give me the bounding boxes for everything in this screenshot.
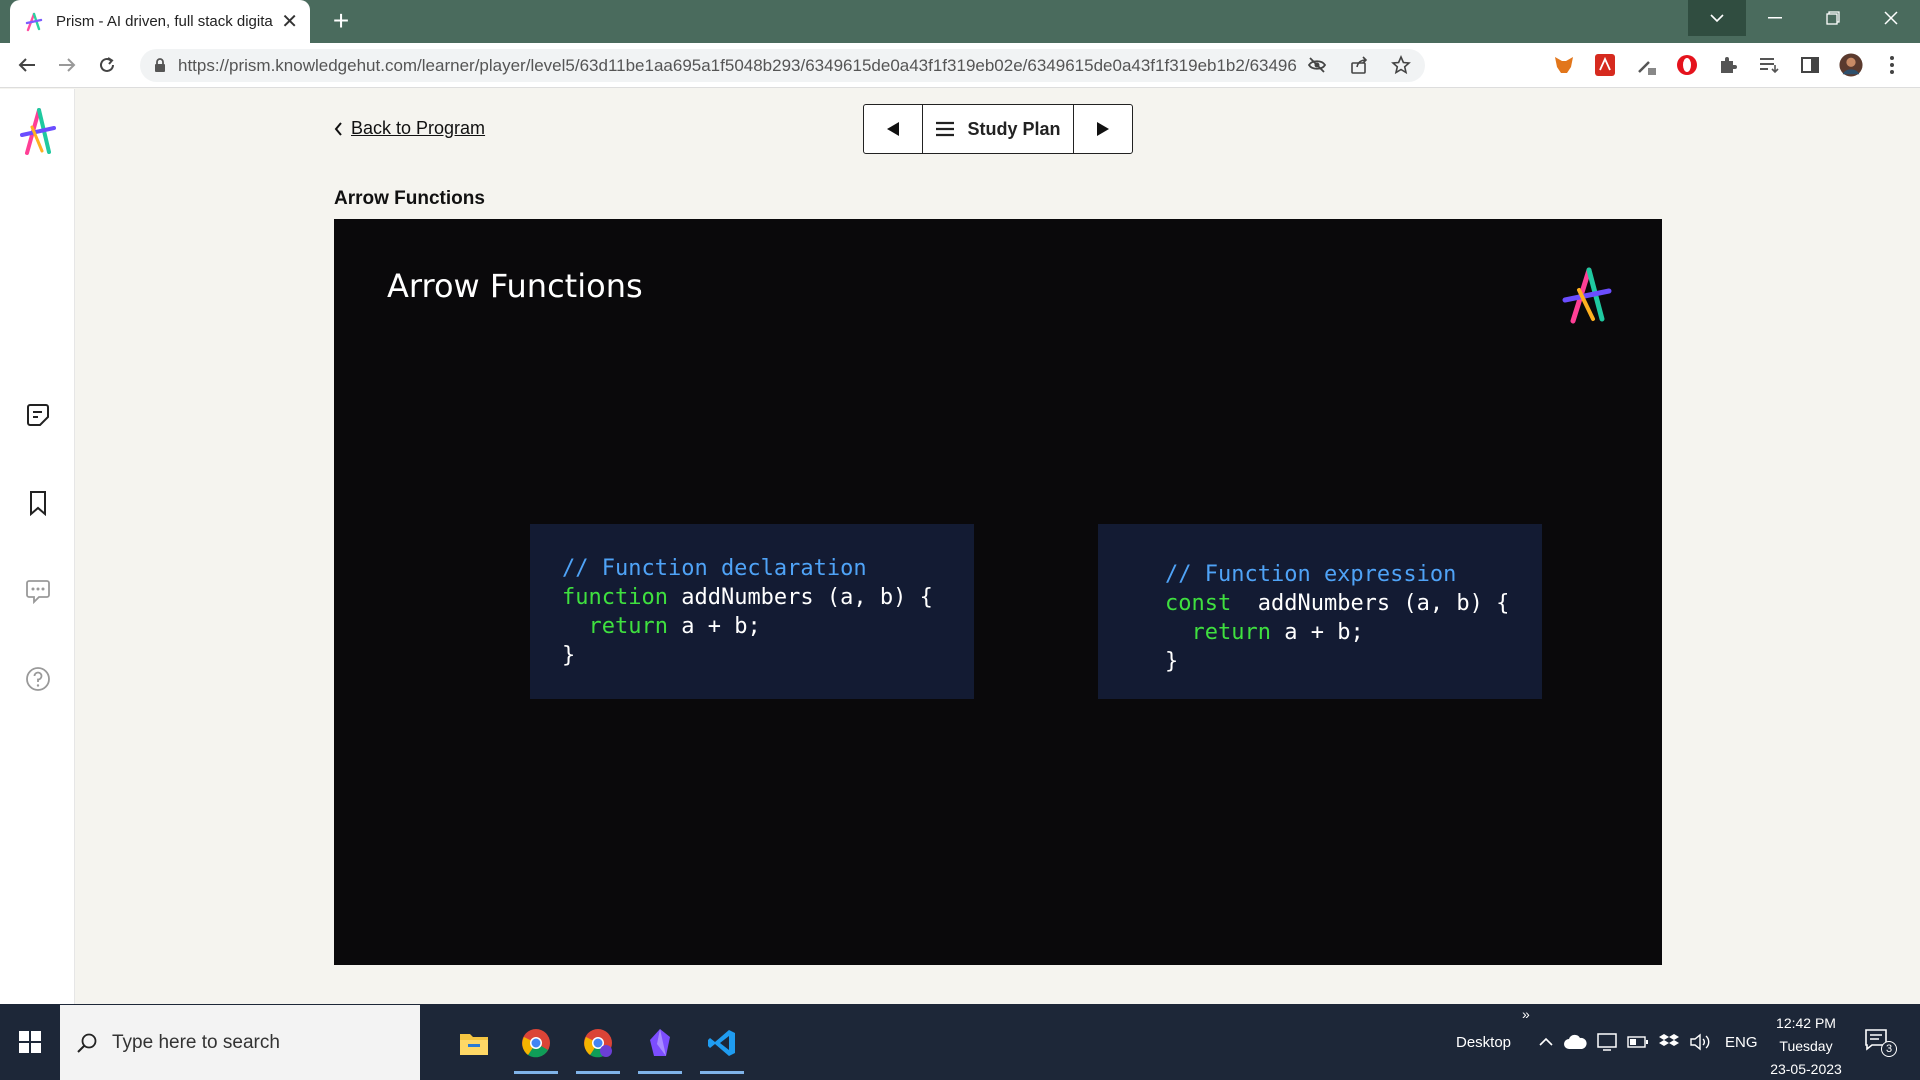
- function-expression-code-block: // Function expression const addNumbers …: [1098, 524, 1542, 699]
- chevron-down-icon[interactable]: [1688, 0, 1746, 36]
- code-return-keyword: return: [588, 614, 668, 639]
- volume-icon[interactable]: [1689, 1033, 1711, 1051]
- window-controls: [1746, 0, 1920, 36]
- code-closing-brace: }: [562, 643, 576, 668]
- function-declaration-code-block: // Function declaration function addNumb…: [530, 524, 974, 699]
- taskbar-search-box[interactable]: Type here to search: [60, 1005, 420, 1080]
- display-icon[interactable]: [1597, 1033, 1617, 1051]
- windows-start-icon[interactable]: [0, 1004, 60, 1080]
- lock-icon[interactable]: [154, 58, 166, 73]
- next-lesson-button[interactable]: [1074, 105, 1132, 153]
- lesson-title: Arrow Functions: [334, 188, 485, 209]
- chat-icon[interactable]: [24, 577, 52, 605]
- system-tray: » Desktop ENG: [1444, 1004, 1758, 1080]
- onedrive-cloud-icon[interactable]: [1563, 1034, 1587, 1050]
- reload-icon[interactable]: [92, 50, 122, 80]
- tab-title: Prism - AI driven, full stack digital: [56, 13, 274, 30]
- tab-close-icon[interactable]: ✕: [281, 12, 298, 32]
- clock-date: 23-05-2023: [1770, 1061, 1842, 1077]
- code-return-expression: a + b;: [667, 614, 761, 639]
- prism-favicon-icon: [25, 12, 43, 31]
- code-return-expression: a + b;: [1270, 620, 1364, 645]
- forward-arrow-icon[interactable]: [52, 50, 82, 80]
- active-indicator: [700, 1071, 744, 1074]
- triangle-left-icon: [887, 122, 899, 136]
- code-return-keyword: return: [1191, 620, 1271, 645]
- bookmark-star-icon[interactable]: [1391, 55, 1411, 75]
- code-keyword: const: [1165, 591, 1232, 616]
- extensions-puzzle-icon[interactable]: [1716, 53, 1740, 77]
- eye-off-icon[interactable]: [1307, 55, 1327, 75]
- code-comment: // Function declaration: [562, 556, 867, 581]
- windows-taskbar: Type here to search » Desktop ENG 12:42 …: [0, 1004, 1920, 1080]
- color-picker-icon[interactable]: [1634, 53, 1658, 77]
- code-signature: addNumbers (a, b) {: [667, 585, 933, 610]
- reading-list-icon[interactable]: [1757, 53, 1781, 77]
- pdf-reader-icon[interactable]: [1593, 53, 1617, 77]
- prism-slide-logo-icon: [1562, 267, 1612, 324]
- search-icon: [77, 1033, 97, 1053]
- code-keyword: function: [562, 585, 668, 610]
- metamask-icon[interactable]: [1552, 53, 1576, 77]
- chevron-left-icon: [334, 121, 342, 136]
- tab-search-dropdown[interactable]: [1688, 0, 1746, 36]
- side-panel-icon[interactable]: [1798, 53, 1822, 77]
- browser-menu-icon[interactable]: [1880, 53, 1904, 77]
- back-to-program-label: Back to Program: [351, 118, 486, 138]
- code-closing-brace: }: [1165, 649, 1179, 674]
- tray-overflow-chevron-icon[interactable]: »: [1522, 1006, 1530, 1022]
- code-comment: // Function expression: [1165, 562, 1457, 587]
- active-indicator: [576, 1071, 620, 1074]
- notification-count-badge: 3: [1881, 1041, 1897, 1057]
- previous-lesson-button[interactable]: [864, 105, 922, 153]
- help-icon[interactable]: [24, 665, 52, 693]
- active-indicator: [514, 1071, 558, 1074]
- slide-title: Arrow Functions: [387, 267, 643, 305]
- restore-icon[interactable]: [1804, 0, 1862, 36]
- active-indicator: [638, 1071, 682, 1074]
- desktop-toolbar-label[interactable]: Desktop: [1456, 1034, 1511, 1051]
- study-plan-label: Study Plan: [967, 118, 1061, 139]
- code-signature: addNumbers (a, b) {: [1231, 591, 1510, 616]
- taskbar-clock[interactable]: 12:42 PM Tuesday 23-05-2023: [1760, 1012, 1852, 1080]
- triangle-right-icon: [1097, 122, 1109, 136]
- lesson-pager: Study Plan: [863, 104, 1133, 154]
- back-to-program-link[interactable]: Back to Program: [334, 118, 485, 139]
- chrome-profile-icon[interactable]: [570, 1012, 626, 1074]
- notes-icon[interactable]: [24, 401, 52, 429]
- opera-vpn-icon[interactable]: [1675, 53, 1699, 77]
- hamburger-menu-icon: [936, 121, 955, 137]
- battery-icon[interactable]: [1627, 1036, 1649, 1048]
- extension-icons: [1552, 53, 1904, 77]
- search-placeholder: Type here to search: [112, 1031, 280, 1053]
- vscode-icon[interactable]: [694, 1012, 750, 1074]
- minimize-icon[interactable]: [1746, 0, 1804, 36]
- bookmark-icon[interactable]: [24, 489, 52, 517]
- url-text: https://prism.knowledgehut.com/learner/p…: [178, 55, 1298, 75]
- profile-avatar[interactable]: [1839, 53, 1863, 77]
- left-rail: [0, 89, 75, 1004]
- study-plan-button[interactable]: Study Plan: [922, 105, 1074, 153]
- new-tab-button[interactable]: +: [325, 6, 357, 38]
- clock-day: Tuesday: [1779, 1038, 1833, 1054]
- prism-logo-icon[interactable]: [17, 107, 59, 157]
- video-slide[interactable]: Arrow Functions // Function declaration …: [334, 219, 1662, 965]
- omnibox-actions: [1307, 55, 1411, 75]
- dropbox-icon[interactable]: [1659, 1033, 1680, 1051]
- browser-toolbar: https://prism.knowledgehut.com/learner/p…: [0, 43, 1920, 88]
- file-explorer-icon[interactable]: [446, 1012, 502, 1074]
- obsidian-icon[interactable]: [632, 1012, 688, 1074]
- browser-tab-active[interactable]: Prism - AI driven, full stack digital ✕: [10, 0, 310, 43]
- notification-center-icon[interactable]: 3: [1864, 1028, 1898, 1058]
- browser-tab-strip: Prism - AI driven, full stack digital ✕ …: [0, 0, 1920, 43]
- address-bar[interactable]: https://prism.knowledgehut.com/learner/p…: [140, 49, 1425, 82]
- clock-time: 12:42 PM: [1776, 1015, 1836, 1031]
- chrome-icon[interactable]: [508, 1012, 564, 1074]
- close-window-icon[interactable]: [1862, 0, 1920, 36]
- language-indicator[interactable]: ENG: [1725, 1034, 1758, 1051]
- show-hidden-icons-chevron-icon[interactable]: [1539, 1037, 1553, 1047]
- share-icon[interactable]: [1349, 55, 1369, 75]
- back-arrow-icon[interactable]: [12, 50, 42, 80]
